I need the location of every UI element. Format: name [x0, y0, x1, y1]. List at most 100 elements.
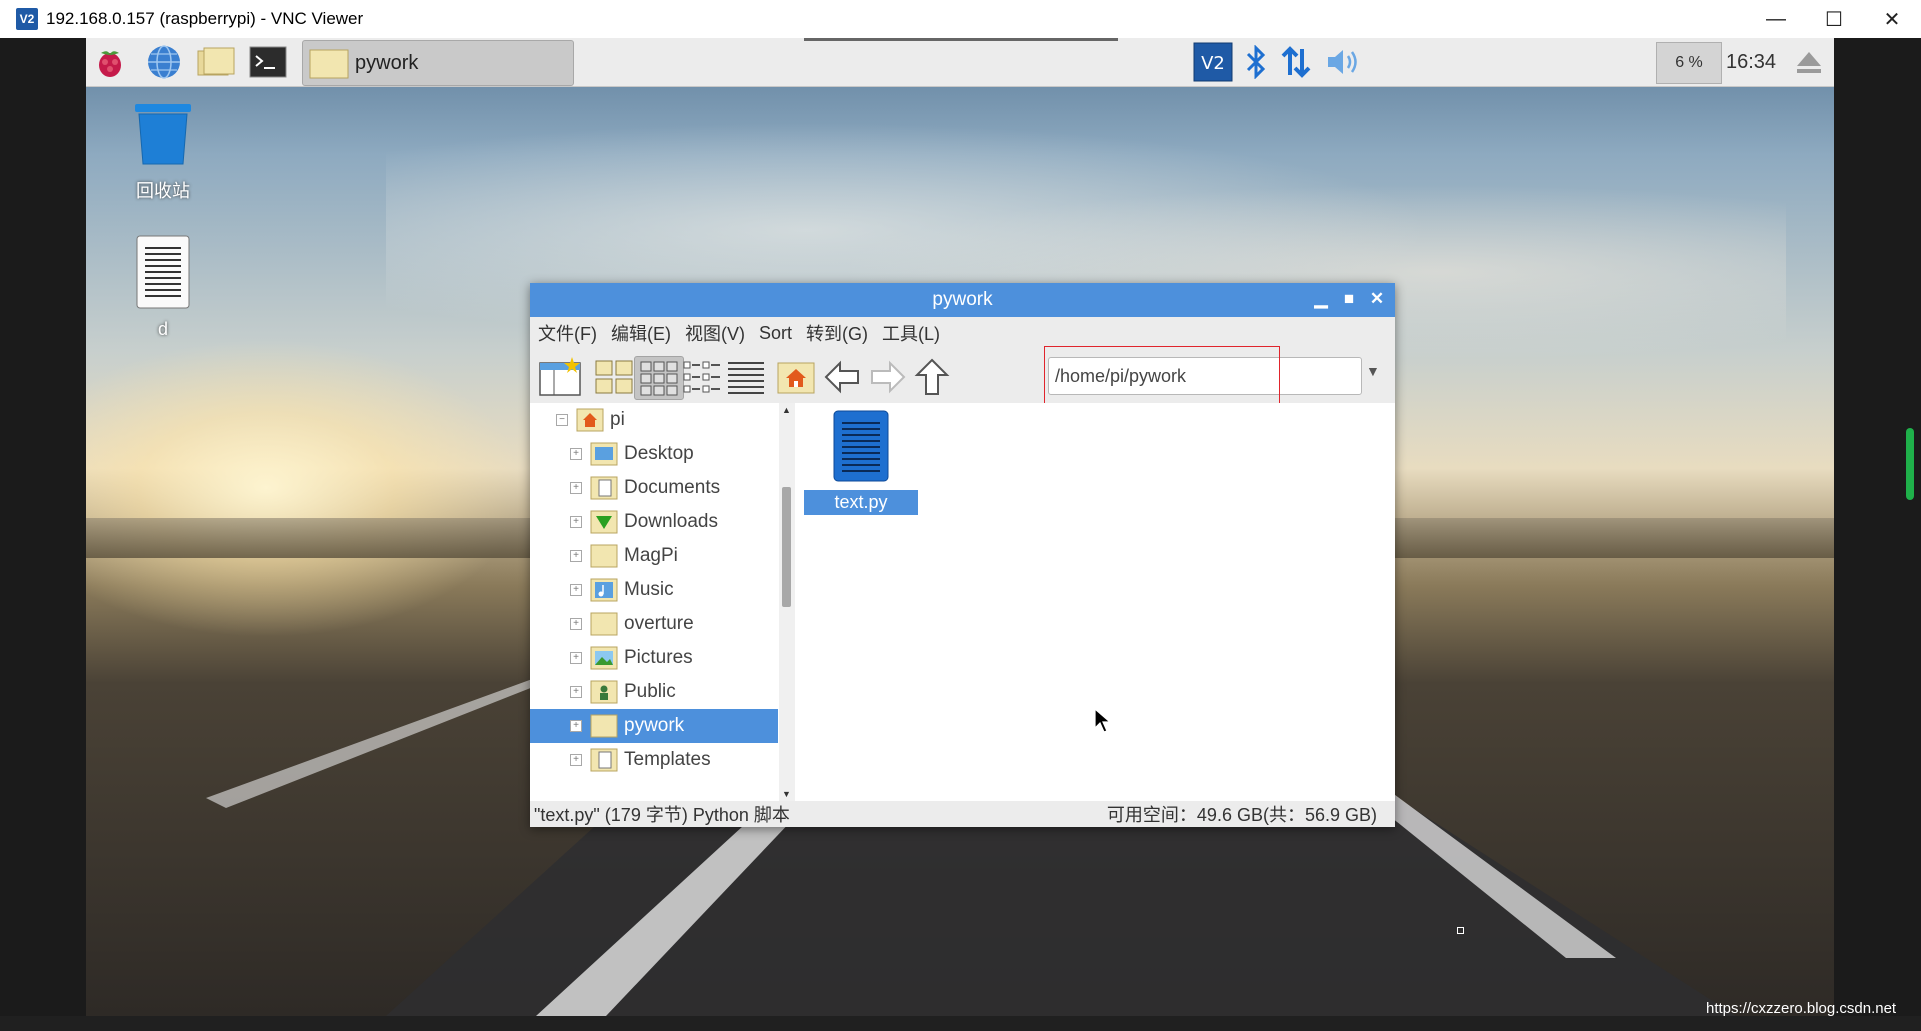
templates-folder-icon [590, 748, 618, 772]
tree-item-label: pywork [624, 715, 685, 736]
file-view[interactable]: text.py [796, 403, 1395, 801]
text-file-icon [136, 235, 190, 309]
vnc-toolbar-tab[interactable] [1906, 428, 1914, 500]
menu-view[interactable]: 视图(V) [685, 320, 745, 346]
tree-item-label: Templates [624, 749, 711, 770]
menu-tools[interactable]: 工具(L) [882, 320, 940, 346]
desktop-icon-file[interactable]: d [108, 234, 218, 340]
home-folder-icon [576, 408, 604, 432]
menu-go[interactable]: 转到(G) [806, 320, 868, 346]
file-manager-window: pywork ▁ ■ ✕ 文件(F) 编辑(E) 视图(V) Sort 转到(G… [530, 283, 1395, 827]
tree-item-downloads[interactable]: + Downloads [530, 505, 778, 539]
home-button[interactable] [772, 356, 820, 398]
text-file-icon [833, 410, 889, 482]
desktop-icon-label: d [157, 319, 168, 339]
tree-item-public[interactable]: + Public [530, 675, 778, 709]
tree-item-pictures[interactable]: + Pictures [530, 641, 778, 675]
clock[interactable]: 16:34 [1726, 42, 1776, 82]
svg-text:V2: V2 [1201, 53, 1225, 74]
viewer-border-left [0, 38, 86, 1016]
tree-item-desktop[interactable]: + Desktop [530, 437, 778, 471]
forward-button[interactable] [864, 356, 912, 398]
maximize-icon[interactable]: ■ [1337, 287, 1361, 311]
bluetooth-icon[interactable] [1240, 40, 1272, 84]
tree-item-music[interactable]: + Music [530, 573, 778, 607]
tree-item-label: Music [624, 579, 674, 600]
expand-toggle[interactable]: + [570, 686, 582, 698]
menu-bar: 文件(F) 编辑(E) 视图(V) Sort 转到(G) 工具(L) [530, 317, 1395, 349]
tree-item-magpi[interactable]: + MagPi [530, 539, 778, 573]
expand-toggle[interactable]: + [570, 448, 582, 460]
vnc-server-icon[interactable]: V2 [1192, 40, 1234, 84]
network-icon[interactable] [1276, 40, 1316, 84]
chevron-down-icon[interactable]: ▼ [1366, 363, 1380, 379]
file-manager-titlebar[interactable]: pywork ▁ ■ ✕ [530, 283, 1395, 317]
file-item-text-py[interactable]: text.py [804, 409, 918, 515]
compact-view-button[interactable] [678, 356, 726, 398]
expand-toggle[interactable]: + [570, 754, 582, 766]
downloads-folder-icon [590, 510, 618, 534]
toolbar: /home/pi/pywork ▼ [530, 346, 1395, 418]
menu-edit[interactable]: 编辑(E) [611, 320, 671, 346]
tree-item-label: overture [624, 613, 694, 634]
eject-icon[interactable] [1792, 40, 1826, 84]
large-icons-icon [595, 360, 633, 394]
tree-item-pywork[interactable]: + pywork [530, 709, 778, 743]
tree-item-templates[interactable]: + Templates [530, 743, 778, 777]
remote-desktop[interactable]: pywork V2 6 % 16:34 回收站 d pywork ▁ ■ ✕ 文… [86, 38, 1834, 1016]
web-browser-icon[interactable] [144, 43, 184, 81]
tree-item-label: pi [610, 409, 625, 430]
up-button[interactable] [908, 356, 956, 398]
folder-icon [309, 49, 349, 79]
scroll-up-icon[interactable]: ▲ [782, 405, 791, 415]
expand-toggle[interactable]: + [570, 482, 582, 494]
thumbnail-view-button[interactable] [634, 356, 684, 400]
expand-toggle[interactable]: + [570, 550, 582, 562]
path-field[interactable]: /home/pi/pywork [1048, 357, 1362, 395]
tree-scrollbar[interactable]: ▲ ▼ [779, 403, 795, 801]
close-icon[interactable]: ✕ [1365, 287, 1389, 311]
tree-item-label: Downloads [624, 511, 718, 532]
icon-view-button[interactable] [590, 356, 638, 398]
tree-item-overture[interactable]: + overture [530, 607, 778, 641]
detailed-list-icon [728, 362, 764, 394]
top-panel: pywork V2 6 % 16:34 [86, 38, 1834, 87]
file-manager-title: pywork [932, 289, 993, 310]
scrollbar-thumb[interactable] [782, 487, 791, 607]
scroll-down-icon[interactable]: ▼ [782, 789, 791, 799]
maximize-button[interactable]: ☐ [1805, 0, 1863, 38]
tree-item-documents[interactable]: + Documents [530, 471, 778, 505]
expand-toggle[interactable]: + [570, 720, 582, 732]
menu-file[interactable]: 文件(F) [538, 320, 597, 346]
new-window-button[interactable] [536, 356, 584, 398]
tree-item-label: Pictures [624, 647, 693, 668]
detailed-list-button[interactable] [722, 356, 770, 398]
terminal-icon[interactable] [248, 43, 288, 81]
folder-icon [590, 612, 618, 636]
tree-item-pi[interactable]: − pi [530, 403, 778, 437]
expand-toggle[interactable]: + [570, 652, 582, 664]
documents-folder-icon [590, 476, 618, 500]
cpu-usage[interactable]: 6 % [1656, 42, 1722, 84]
desktop-icon-trash[interactable]: 回收站 [108, 100, 218, 203]
tree-item-label: MagPi [624, 545, 678, 566]
expand-toggle[interactable]: + [570, 584, 582, 596]
menu-sort[interactable]: Sort [759, 323, 792, 344]
taskbar-button-label: pywork [355, 51, 419, 74]
expand-toggle[interactable]: + [570, 516, 582, 528]
music-folder-icon [590, 578, 618, 602]
expand-toggle[interactable]: + [570, 618, 582, 630]
minimize-button[interactable]: — [1747, 0, 1805, 38]
file-manager-body: − pi + Desktop + Documents + Downloads +… [530, 403, 1395, 801]
file-manager-icon[interactable] [196, 43, 236, 81]
viewer-border-right [1834, 38, 1921, 1016]
arrow-right-icon [871, 360, 906, 394]
back-button[interactable] [818, 356, 866, 398]
folder-icon [590, 544, 618, 568]
minimize-icon[interactable]: ▁ [1309, 287, 1333, 311]
close-button[interactable]: ✕ [1863, 0, 1921, 38]
collapse-toggle[interactable]: − [556, 414, 568, 426]
raspberry-menu-icon[interactable] [90, 43, 130, 81]
taskbar-button-pywork[interactable]: pywork [302, 40, 574, 86]
volume-icon[interactable] [1322, 40, 1368, 84]
